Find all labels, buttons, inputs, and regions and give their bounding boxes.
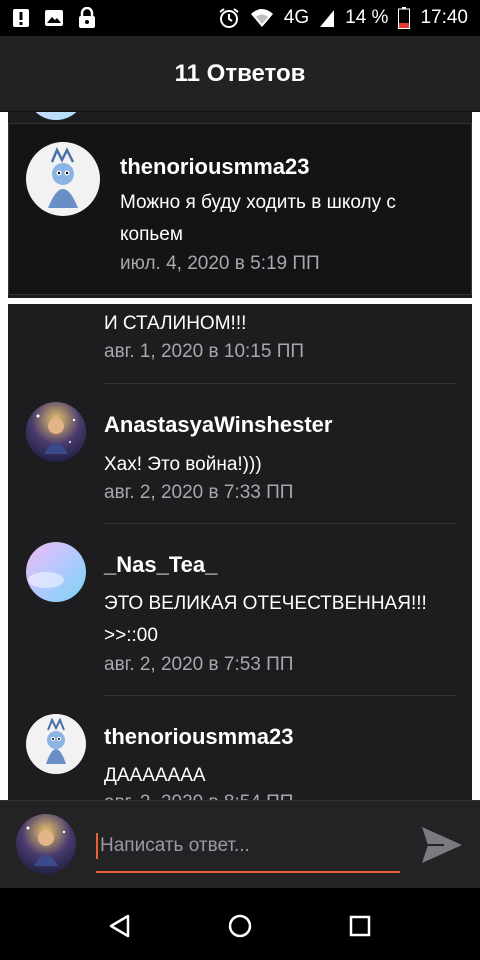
reply-author[interactable]: thenoriousmma23 [104,724,294,750]
divider [104,695,456,696]
avatar[interactable] [26,542,86,602]
back-icon [109,914,130,938]
network-type: 4G [283,7,310,28]
app-header: 11 Ответов [0,36,480,112]
reply-author[interactable]: AnastasyaWinshester [104,412,332,438]
reply-text: И СТАЛИНОМ!!! [104,313,247,334]
reply-text: ДААААААА [104,765,206,786]
image-icon [44,9,64,27]
comment-date: июл. 4, 2020 в 5:19 ПП [120,253,320,274]
current-user-avatar[interactable] [16,814,76,874]
back-button[interactable] [102,908,138,944]
send-icon [422,827,462,863]
battery-percent: 14 % [345,7,389,28]
highlight-underline [0,298,480,304]
home-button[interactable] [222,908,258,944]
recents-button[interactable] [342,908,378,944]
send-button[interactable] [418,823,466,867]
lock-icon [78,7,96,29]
divider [104,383,456,384]
avatar[interactable] [26,402,86,462]
reply-date: авг. 2, 2020 в 7:53 ПП [104,654,294,675]
status-bar: 4G 14 % 17:40 [0,0,480,36]
reply-bar: Написать ответ... [0,800,480,888]
replies-container[interactable]: И СТАЛИНОМ!!! авг. 1, 2020 в 10:15 ПП An… [0,112,480,800]
reply-date: авг. 2, 2020 в 7:33 ПП [104,482,294,503]
avatar[interactable] [26,142,100,216]
reply-date: авг. 2, 2020 в 8:54 ПП [104,792,293,800]
reply-author[interactable]: _Nas_Tea_ [104,552,217,578]
comment-text: Можно я буду ходить в школу с копьем [120,192,396,245]
wifi-icon [250,8,274,28]
clock: 17:40 [420,7,468,28]
comment-author[interactable]: thenoriousmma23 [120,154,310,180]
divider [104,523,456,524]
reply-text: ЭТО ВЕЛИКАЯ ОТЕЧЕСТВЕННАЯ!!! >>::00 [104,593,427,646]
highlighted-comment[interactable]: thenoriousmma23 Можно я буду ходить в шк… [8,123,472,295]
reply-text: Хах! Это война!))) [104,454,262,475]
avatar[interactable] [26,714,86,774]
text-caret [96,833,98,859]
battery-icon [398,7,411,29]
alarm-icon [218,7,240,29]
reply-input[interactable]: Написать ответ... [96,821,400,873]
recents-icon [349,915,371,937]
system-nav-bar [0,888,480,960]
page-title: 11 Ответов [174,59,306,87]
alert-icon [12,8,30,28]
home-icon [228,914,252,938]
reply-date: авг. 1, 2020 в 10:15 ПП [104,341,305,362]
signal-icon [319,8,335,28]
reply-placeholder: Написать ответ... [100,835,250,856]
